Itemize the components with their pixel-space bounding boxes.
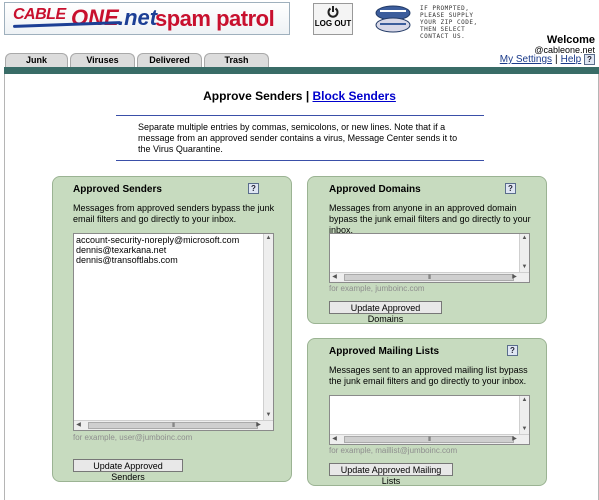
horizontal-scrollbar[interactable]: ◀ III ▶ <box>330 434 529 444</box>
approved-senders-panel: Approved Senders ? Messages from approve… <box>52 176 292 482</box>
approved-domains-description: Messages from anyone in an approved doma… <box>329 203 531 235</box>
logout-label: LOG OUT <box>314 19 352 28</box>
contact-instructions: IF PROMPTED, PLEASE SUPPLY YOUR ZIP CODE… <box>420 5 478 40</box>
approved-mailing-lists-description: Messages sent to an approved mailing lis… <box>329 365 528 386</box>
cableone-spam-patrol-logo: CABLE ONE .net spam patrol <box>4 2 290 35</box>
scroll-right-icon[interactable]: ▶ <box>510 273 519 282</box>
approved-mailing-lists-title: Approved Mailing Lists <box>329 346 440 357</box>
scroll-left-icon[interactable]: ◀ <box>330 435 339 444</box>
scroll-right-icon[interactable]: ▶ <box>254 421 263 430</box>
approved-domains-panel: Approved Domains ? Messages from anyone … <box>307 176 547 324</box>
scroll-up-icon[interactable]: ▲ <box>520 396 529 405</box>
help-icon[interactable]: ? <box>584 54 595 65</box>
scroll-up-icon[interactable]: ▲ <box>264 234 273 243</box>
update-approved-domains-button[interactable]: Update Approved Domains <box>329 301 442 324</box>
horizontal-scrollbar[interactable]: ◀ III ▶ <box>330 272 529 282</box>
sender-entry: dennis@texarkana.net <box>76 245 167 255</box>
approved-senders-description: Messages from approved senders bypass th… <box>73 203 275 224</box>
update-approved-senders-button[interactable]: Update Approved Senders <box>73 459 183 482</box>
link-separator: | <box>555 54 558 66</box>
contact-support-icon <box>375 5 411 33</box>
approved-domains-textarea[interactable]: ▲ ▼ ◀ III ▶ <box>329 233 530 283</box>
approve-senders-heading: Approve Senders <box>203 89 303 103</box>
scroll-left-icon[interactable]: ◀ <box>74 421 83 430</box>
top-links: My Settings | Help ? <box>500 54 595 65</box>
my-settings-link[interactable]: My Settings <box>500 54 552 65</box>
sender-entry: account-security-noreply@microsoft.com <box>76 235 240 245</box>
tab-junk[interactable]: Junk <box>5 53 68 67</box>
approved-mailing-lists-panel: Approved Mailing Lists ? Messages sent t… <box>307 338 547 486</box>
contact-support-button[interactable] <box>373 4 413 34</box>
tab-delivered[interactable]: Delivered <box>137 53 202 67</box>
vertical-scrollbar[interactable]: ▲ ▼ <box>519 234 529 272</box>
scroll-up-icon[interactable]: ▲ <box>520 234 529 243</box>
approved-mailing-lists-help-icon[interactable]: ? <box>507 345 518 356</box>
help-link[interactable]: Help <box>561 54 582 65</box>
approved-domains-help-icon[interactable]: ? <box>505 183 516 194</box>
logo-net-text: .net <box>118 5 158 30</box>
update-approved-mailing-lists-button[interactable]: Update Approved Mailing Lists <box>329 463 453 486</box>
scroll-left-icon[interactable]: ◀ <box>330 273 339 282</box>
header-divider-bar <box>4 67 599 74</box>
sender-entry: dennis@transoftlabs.com <box>76 255 178 265</box>
power-icon <box>327 5 339 19</box>
title-separator: | <box>305 89 310 103</box>
approved-senders-help-icon[interactable]: ? <box>248 183 259 194</box>
logo-cable-text: CABLE <box>13 6 66 23</box>
scroll-thumb[interactable]: III <box>344 274 514 281</box>
horizontal-scrollbar[interactable]: ◀ III ▶ <box>74 420 273 430</box>
page-title: Approve Senders | Block Senders <box>0 89 599 103</box>
block-senders-link[interactable]: Block Senders <box>313 89 396 103</box>
approved-domains-example: for example, jumboinc.com <box>329 284 425 293</box>
instructions-text: Separate multiple entries by commas, sem… <box>116 115 484 161</box>
approved-mailing-lists-example: for example, maillist@jumboinc.com <box>329 446 458 455</box>
tab-trash[interactable]: Trash <box>204 53 269 67</box>
scroll-down-icon[interactable]: ▼ <box>264 411 273 420</box>
tab-viruses[interactable]: Viruses <box>70 53 135 67</box>
scroll-right-icon[interactable]: ▶ <box>510 435 519 444</box>
approved-senders-title: Approved Senders <box>73 184 162 195</box>
logo-spam-patrol-text: spam patrol <box>155 6 275 31</box>
approved-senders-example: for example, user@jumboinc.com <box>73 433 193 442</box>
vertical-scrollbar[interactable]: ▲ ▼ <box>519 396 529 434</box>
vertical-scrollbar[interactable]: ▲ ▼ <box>263 234 273 420</box>
logo-one-text: ONE <box>71 5 119 30</box>
scroll-down-icon[interactable]: ▼ <box>520 425 529 434</box>
scroll-thumb[interactable]: III <box>344 436 514 443</box>
scroll-down-icon[interactable]: ▼ <box>520 263 529 272</box>
approved-senders-textarea[interactable]: account-security-noreply@microsoft.com d… <box>73 233 274 431</box>
approved-mailing-lists-textarea[interactable]: ▲ ▼ ◀ III ▶ <box>329 395 530 445</box>
approved-domains-title: Approved Domains <box>329 184 421 195</box>
scroll-thumb[interactable]: III <box>88 422 258 429</box>
logout-button[interactable]: LOG OUT <box>313 3 353 35</box>
